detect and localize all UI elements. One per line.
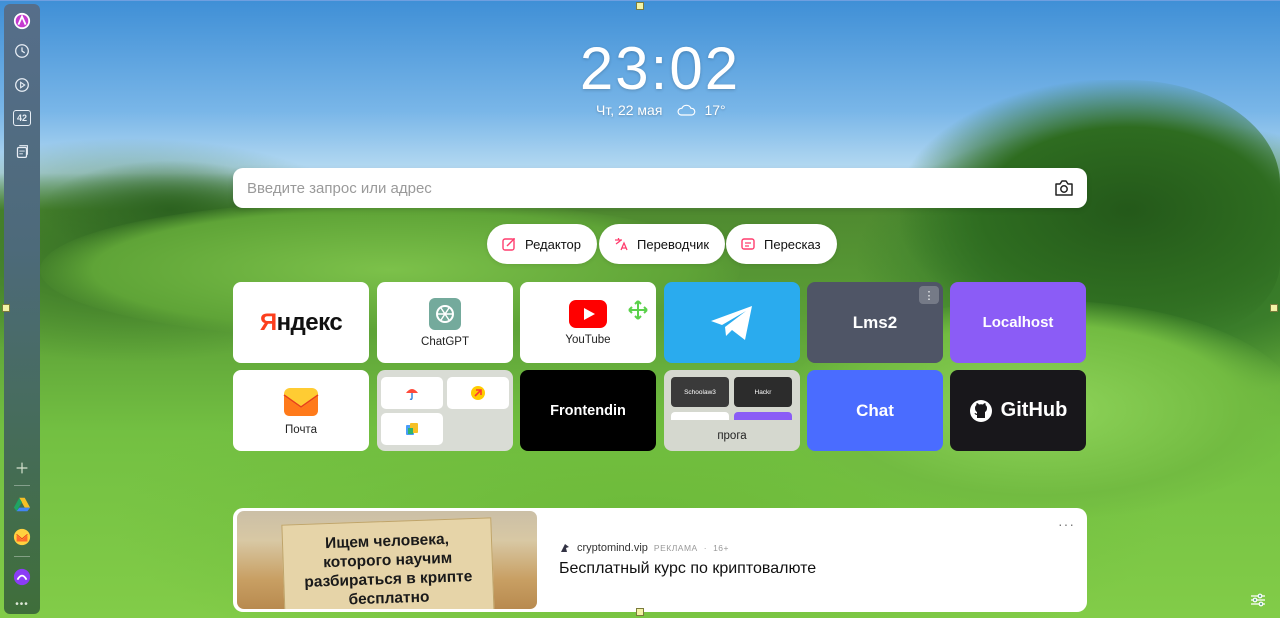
clock-time: 23:02	[579, 35, 741, 102]
youtube-icon	[569, 299, 607, 328]
ad-meta: cryptomind.vip РЕКЛАМА · 16+	[559, 542, 729, 554]
date-weather: Чт, 22 мая 17°	[596, 102, 726, 118]
ad-image[interactable]: Ищем человека, которого научим разбирать…	[237, 511, 537, 609]
summary-label: Пересказ	[764, 236, 821, 252]
ad-more-icon[interactable]: ···	[1058, 516, 1075, 532]
ad-tag: РЕКЛАМА	[653, 543, 698, 553]
search-bar[interactable]	[233, 168, 1087, 208]
ad-image-banner: Ищем человека, которого научим разбирать…	[281, 517, 495, 609]
folder-mini-tile-weather	[381, 377, 443, 409]
ad-image-line-4: бесплатно	[348, 588, 430, 609]
mail-label: Почта	[285, 423, 317, 436]
settings-sliders-icon[interactable]	[1249, 591, 1267, 609]
alice-avatar-icon[interactable]	[10, 9, 34, 33]
summary-button[interactable]: Пересказ	[726, 224, 837, 264]
tile-localhost[interactable]: Localhost	[950, 282, 1086, 363]
translate-icon	[615, 238, 628, 251]
telegram-icon	[711, 305, 752, 340]
chatgpt-label: ChatGPT	[421, 335, 469, 348]
folder-mini-tile-purple	[734, 412, 792, 420]
folder-mini-tile-zen	[447, 377, 509, 409]
chatgpt-icon	[429, 297, 461, 330]
mail-envelope-icon	[283, 387, 319, 416]
badge-42-icon[interactable]: 42	[10, 106, 34, 130]
lms2-label: Lms2	[852, 312, 898, 332]
editor-button[interactable]: Редактор	[487, 224, 597, 264]
tile-mail[interactable]: Почта	[233, 370, 369, 451]
window-frame-top	[0, 0, 1280, 1]
folder-mini-tile-hackr: Hackr	[734, 377, 792, 407]
github-icon	[969, 399, 992, 422]
tile-github[interactable]: GitHub	[950, 370, 1086, 451]
youtube-label: YouTube	[565, 333, 611, 346]
badge-42-label: 42	[13, 110, 31, 126]
camera-search-icon[interactable]	[1053, 178, 1075, 198]
folder-mini-tile-docs	[381, 413, 443, 445]
summary-icon	[741, 238, 755, 250]
alice-icon[interactable]	[10, 565, 34, 589]
ad-title[interactable]: Бесплатный курс по криптовалюте	[559, 560, 816, 578]
tile-menu-button[interactable]: ⋮	[919, 286, 939, 304]
ad-card[interactable]: Ищем человека, которого научим разбирать…	[233, 508, 1087, 612]
editor-label: Редактор	[525, 236, 581, 252]
proga-label: прога	[717, 430, 747, 442]
search-input[interactable]	[247, 179, 1027, 197]
date-label: Чт, 22 мая	[596, 102, 663, 118]
cryptomind-logo-icon	[561, 544, 569, 552]
yandex-logo-text: ндекс	[276, 308, 343, 336]
tile-chatgpt[interactable]: ChatGPT	[377, 282, 513, 363]
ad-age: 16+	[713, 543, 729, 553]
yandex-logo: Яндекс	[259, 308, 343, 336]
more-icon[interactable]: •••	[10, 592, 34, 616]
edit-sparkle-icon	[502, 238, 515, 251]
collections-icon[interactable]	[10, 140, 34, 164]
cloud-icon	[677, 104, 696, 116]
folder-mini-tile-schoolaw3: Schoolaw3	[671, 377, 729, 407]
docs-icon	[406, 423, 418, 435]
tile-folder-proga[interactable]: Schoolaw3 Hackr прога	[664, 370, 800, 451]
add-icon[interactable]	[10, 456, 34, 480]
resize-handle-top[interactable]	[636, 2, 644, 10]
move-handle-icon[interactable]	[628, 300, 648, 320]
sidebar-divider	[14, 485, 30, 486]
tile-lms2[interactable]: Lms2 ⋮	[807, 282, 943, 363]
tile-youtube[interactable]: YouTube	[520, 282, 656, 363]
zen-icon	[471, 386, 485, 400]
sidebar-divider-2	[14, 556, 30, 557]
resize-handle-right[interactable]	[1270, 304, 1278, 312]
localhost-label: Localhost	[982, 314, 1054, 331]
folder-mini-tile-blank	[671, 412, 729, 420]
drive-icon[interactable]	[10, 492, 34, 516]
umbrella-icon	[406, 389, 418, 401]
ad-tag-separator: ·	[703, 543, 708, 553]
frontendin-label: Frontendin	[550, 402, 626, 419]
resize-handle-bottom[interactable]	[636, 608, 644, 616]
tile-folder-1[interactable]	[377, 370, 513, 451]
tile-frontendin[interactable]: Frontendin	[520, 370, 656, 451]
resize-handle-left[interactable]	[2, 304, 10, 312]
github-label: GitHub	[1000, 399, 1068, 421]
tile-telegram[interactable]	[664, 282, 800, 363]
translator-button[interactable]: Переводчик	[599, 224, 726, 264]
temperature-label[interactable]: 17°	[704, 102, 725, 118]
translator-label: Переводчик	[637, 236, 710, 252]
mail-icon[interactable]	[10, 525, 34, 549]
ad-source[interactable]: cryptomind.vip	[577, 542, 648, 554]
tile-yandex[interactable]: Яндекс	[233, 282, 369, 363]
chat-label: Chat	[856, 400, 894, 420]
tile-chat[interactable]: Chat	[807, 370, 943, 451]
